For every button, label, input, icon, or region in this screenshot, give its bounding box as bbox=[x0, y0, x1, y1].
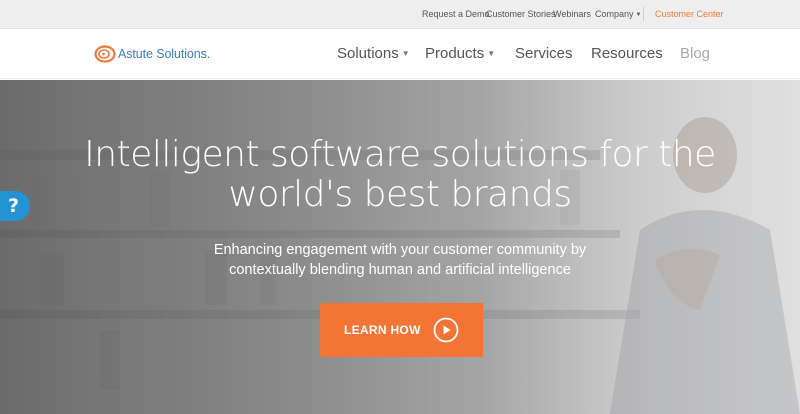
help-tab[interactable]: ? bbox=[0, 191, 30, 221]
chevron-down-icon: ▼ bbox=[487, 49, 496, 58]
hero-title: Intelligent software solutions for the w… bbox=[0, 135, 800, 215]
logo-text: Astute Solutions. bbox=[118, 47, 211, 61]
customer-stories-link[interactable]: Customer Stories bbox=[486, 9, 556, 19]
logo[interactable]: Astute Solutions. bbox=[94, 44, 210, 64]
nav-solutions-label: Solutions bbox=[337, 45, 399, 62]
company-label: Company bbox=[595, 9, 634, 19]
hero-title-line-2: world's best brands bbox=[228, 174, 572, 215]
play-icon bbox=[433, 317, 459, 343]
question-mark-icon: ? bbox=[7, 195, 20, 217]
utility-bar: Request a Demo Customer Stories Webinars… bbox=[0, 0, 800, 29]
request-demo-link[interactable]: Request a Demo bbox=[422, 9, 490, 19]
chevron-down-icon: ▼ bbox=[635, 12, 642, 18]
logo-swirl-icon bbox=[94, 45, 116, 63]
nav-resources[interactable]: Resources bbox=[591, 45, 663, 62]
webinars-link[interactable]: Webinars bbox=[553, 9, 591, 19]
nav-products-label: Products bbox=[425, 45, 485, 62]
hero-subtitle: Enhancing engagement with your customer … bbox=[0, 240, 800, 280]
nav-products[interactable]: Products ▼ bbox=[425, 45, 495, 62]
nav-services[interactable]: Services bbox=[515, 45, 573, 62]
company-menu[interactable]: Company ▼ bbox=[595, 9, 641, 19]
hero-banner: Intelligent software solutions for the w… bbox=[0, 80, 800, 414]
main-nav: Astute Solutions. Solutions ▼ Products ▼ S… bbox=[0, 29, 800, 79]
utility-divider bbox=[643, 7, 644, 21]
nav-solutions[interactable]: Solutions ▼ bbox=[337, 45, 410, 62]
nav-blog[interactable]: Blog bbox=[680, 45, 710, 62]
learn-how-label: LEARN HOW bbox=[344, 323, 421, 337]
learn-how-button[interactable]: LEARN HOW bbox=[320, 303, 483, 357]
customer-center-link[interactable]: Customer Center bbox=[655, 9, 724, 19]
chevron-down-icon: ▼ bbox=[401, 49, 410, 58]
hero-subtitle-line-1: Enhancing engagement with your customer … bbox=[213, 242, 587, 258]
hero-subtitle-line-2: contextually blending human and artifici… bbox=[229, 262, 571, 278]
hero-title-line-1: Intelligent software solutions for the bbox=[84, 134, 716, 175]
